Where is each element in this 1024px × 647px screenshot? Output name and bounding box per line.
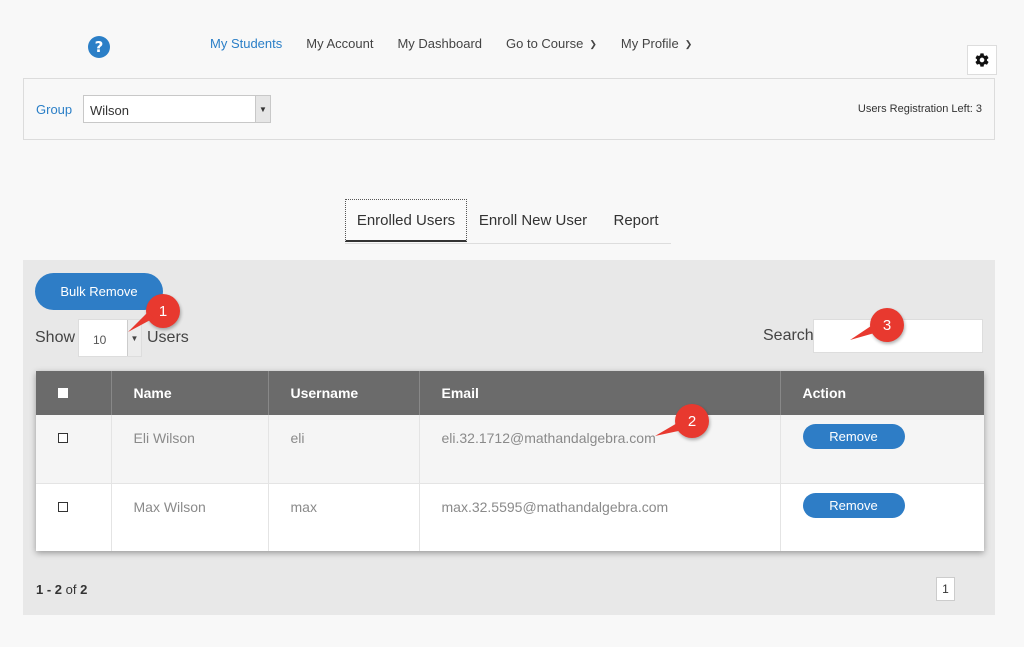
header-username: Username	[268, 371, 420, 415]
page-button[interactable]: 1	[936, 577, 955, 601]
header-name: Name	[111, 371, 269, 415]
callout-number: 1	[158, 302, 168, 320]
remove-button[interactable]: Remove	[802, 424, 905, 449]
callout-number: 2	[687, 412, 697, 430]
help-icon[interactable]: ?	[88, 36, 110, 58]
table-header-row: Name Username Email Action	[36, 371, 984, 415]
group-select-value: Wilson	[90, 103, 130, 118]
chevron-down-icon: ❯	[589, 39, 597, 49]
callout-marker: 2	[655, 404, 709, 438]
nav-my-dashboard[interactable]: My Dashboard	[397, 36, 482, 51]
cell-name: Eli Wilson	[111, 415, 269, 484]
settings-button[interactable]	[967, 45, 997, 75]
callout-marker: 3	[850, 308, 904, 342]
callout-marker: 1	[128, 294, 180, 332]
nav-go-to-course-label: Go to Course	[506, 36, 584, 51]
cell-action: Remove	[780, 415, 984, 484]
cell-name: Max Wilson	[111, 483, 269, 551]
row-checkbox[interactable]	[58, 433, 68, 443]
chevron-down-icon: ▼	[255, 96, 270, 122]
callout-number: 3	[882, 316, 892, 334]
remove-button[interactable]: Remove	[802, 492, 905, 518]
search-label: Search	[763, 327, 814, 344]
row-select-cell	[36, 483, 112, 551]
gear-icon	[975, 53, 989, 67]
header-action: Action	[780, 371, 984, 415]
cell-username: max	[268, 483, 420, 551]
nav-my-profile-label: My Profile	[620, 36, 679, 51]
result-total: 2	[80, 582, 88, 597]
chevron-down-icon: ❯	[684, 39, 693, 49]
callout-pointer	[128, 312, 154, 332]
row-select-cell	[36, 415, 112, 484]
callout-pointer	[655, 422, 683, 436]
result-range: 1 - 2	[36, 582, 63, 597]
cell-username: eli	[268, 415, 420, 484]
nav-my-profile[interactable]: My Profile ❯	[621, 36, 692, 51]
table-row: Eli Wilson eli eli.32.1712@mathandalgebr…	[36, 415, 984, 484]
cell-email: eli.32.1712@mathandalgebra.com	[419, 415, 781, 484]
header-email: Email	[419, 371, 781, 415]
nav-go-to-course[interactable]: Go to Course ❯	[506, 36, 597, 51]
table-row: Max Wilson max max.32.5595@mathandalgebr…	[36, 483, 984, 551]
tab-report[interactable]: Report	[603, 199, 669, 242]
nav-my-account[interactable]: My Account	[306, 36, 373, 51]
top-nav: My Students My Account My Dashboard Go t…	[210, 36, 716, 51]
row-checkbox[interactable]	[58, 501, 68, 512]
cell-email: max.32.5595@mathandalgebra.com	[419, 483, 781, 551]
cell-action: Remove	[780, 483, 984, 551]
callout-pointer	[850, 324, 878, 340]
tab-enroll-new-user[interactable]: Enroll New User	[471, 199, 595, 242]
registration-left: Users Registration Left: 3	[857, 103, 982, 115]
bulk-remove-button[interactable]: Bulk Remove	[35, 273, 163, 310]
result-count: 1 - 2 of 2	[36, 582, 87, 597]
page-size-value: 10	[93, 333, 107, 347]
tab-enrolled-users[interactable]: Enrolled Users	[345, 199, 467, 242]
result-of: of	[65, 582, 77, 597]
show-label: Show	[35, 329, 76, 346]
group-select[interactable]: Wilson ▼	[83, 95, 271, 123]
select-all-cell[interactable]	[36, 371, 112, 415]
tab-bar: Enrolled Users Enroll New User Report	[345, 199, 671, 244]
users-table: Name Username Email Action Eli Wilson el…	[36, 371, 984, 551]
nav-my-students[interactable]: My Students	[210, 36, 282, 51]
group-label: Group	[36, 102, 73, 117]
select-all-checkbox[interactable]	[58, 388, 68, 398]
